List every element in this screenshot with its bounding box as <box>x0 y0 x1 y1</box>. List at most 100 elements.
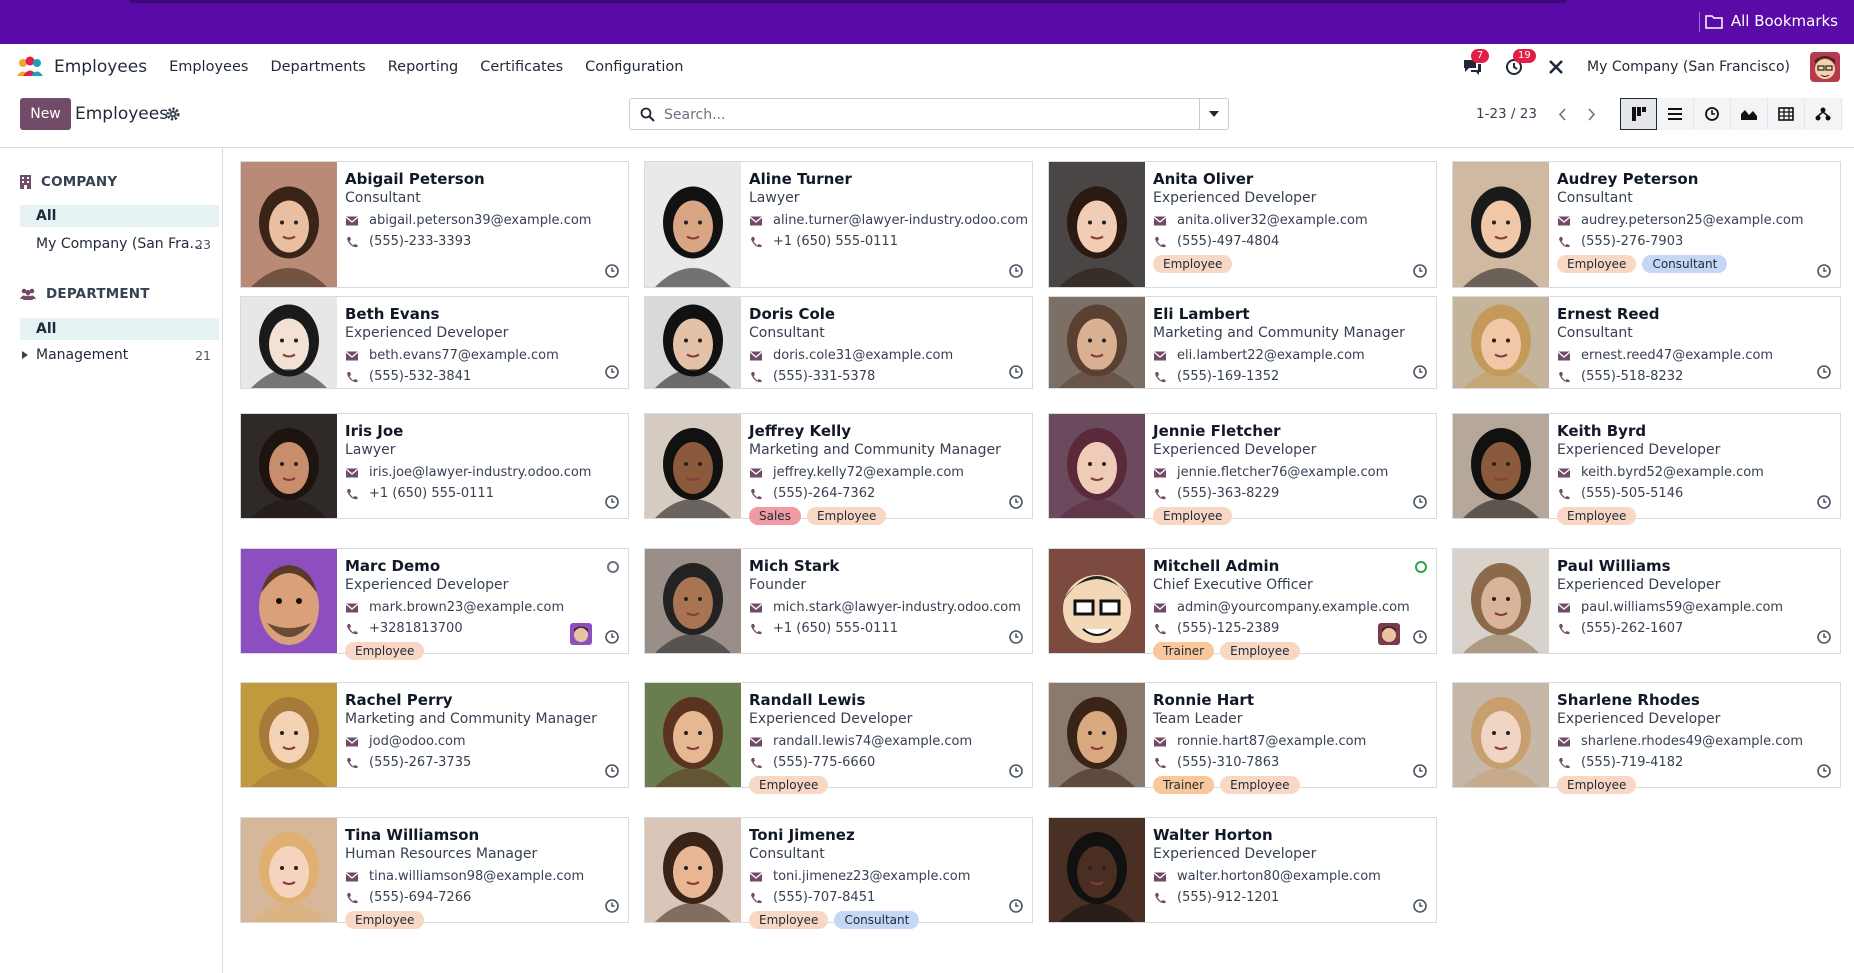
app-name[interactable]: Employees <box>54 57 147 77</box>
employee-card[interactable]: Abigail Peterson Consultant abigail.pete… <box>240 161 629 288</box>
search-input[interactable] <box>662 103 1186 127</box>
activity-clock-icon[interactable] <box>1412 629 1428 645</box>
tag-employee[interactable]: Employee <box>1153 255 1233 273</box>
activity-clock-icon[interactable] <box>1816 494 1832 510</box>
menu-certificates[interactable]: Certificates <box>480 59 563 75</box>
menu-departments[interactable]: Departments <box>270 59 365 75</box>
employee-card[interactable]: Jeffrey Kelly Marketing and Community Ma… <box>644 413 1033 525</box>
employee-card[interactable]: Eli Lambert Marketing and Community Mana… <box>1048 296 1437 389</box>
pager-next[interactable] <box>1580 102 1604 126</box>
employee-card[interactable]: Mitchell Admin Chief Executive Officer a… <box>1048 548 1437 660</box>
view-graph[interactable] <box>1731 98 1768 130</box>
activity-clock-icon[interactable] <box>1008 629 1024 645</box>
activity-clock-icon[interactable] <box>1412 898 1428 914</box>
user-avatar[interactable] <box>1810 52 1840 82</box>
activity-clock-icon[interactable] <box>604 898 620 914</box>
tag-consultant[interactable]: Consultant <box>834 911 920 929</box>
tag-employee[interactable]: Employee <box>1153 507 1233 525</box>
activity-clock-icon[interactable] <box>1412 364 1428 380</box>
activity-clock-icon[interactable] <box>1008 763 1024 779</box>
activity-clock-icon[interactable] <box>604 494 620 510</box>
activity-menu[interactable]: 19 <box>1503 49 1536 78</box>
tag-employee[interactable]: Employee <box>749 776 829 794</box>
employee-card[interactable]: Jennie Fletcher Experienced Developer je… <box>1048 413 1437 525</box>
company-filter-all[interactable]: All <box>20 205 219 227</box>
tag-employee[interactable]: Employee <box>749 911 829 929</box>
employee-card[interactable]: Ernest Reed Consultant ernest.reed47@exa… <box>1452 296 1841 389</box>
menu-configuration[interactable]: Configuration <box>585 59 683 75</box>
tag-employee[interactable]: Employee <box>1557 255 1637 273</box>
tag-employee[interactable]: Employee <box>1557 776 1637 794</box>
tag-sales[interactable]: Sales <box>749 507 801 525</box>
employee-card[interactable]: Beth Evans Experienced Developer beth.ev… <box>240 296 629 389</box>
new-button[interactable]: New <box>20 98 71 130</box>
employee-card[interactable]: Marc Demo Experienced Developer mark.bro… <box>240 548 629 660</box>
activity-clock-icon[interactable] <box>1008 364 1024 380</box>
department-filter-all[interactable]: All <box>20 318 219 340</box>
employee-card[interactable]: Iris Joe Lawyer iris.joe@lawyer-industry… <box>240 413 629 519</box>
activity-clock-icon[interactable] <box>1412 494 1428 510</box>
employees-app-icon[interactable] <box>16 56 44 78</box>
activity-clock-icon[interactable] <box>604 263 620 279</box>
company-filter-my-company[interactable]: My Company (San Fra... 23 <box>20 233 219 255</box>
activity-clock-icon[interactable] <box>604 763 620 779</box>
tag-employee[interactable]: Employee <box>345 642 425 660</box>
employee-phone: (555)-264-7362 <box>773 486 876 501</box>
employee-email-row: doris.cole31@example.com <box>749 348 953 363</box>
department-filter-management[interactable]: Management 21 <box>20 344 219 366</box>
employee-card[interactable]: Toni Jimenez Consultant toni.jimenez23@e… <box>644 817 1033 929</box>
employee-card[interactable]: Mich Stark Founder mich.stark@lawyer-ind… <box>644 548 1033 654</box>
activity-clock-icon[interactable] <box>1816 364 1832 380</box>
all-bookmarks-button[interactable]: All Bookmarks <box>1705 12 1838 30</box>
messaging-menu[interactable]: 7 <box>1461 49 1490 78</box>
activity-clock-icon[interactable] <box>1816 263 1832 279</box>
employee-card[interactable]: Keith Byrd Experienced Developer keith.b… <box>1452 413 1841 525</box>
employee-phone-row: (555)-694-7266 <box>345 890 471 905</box>
debug-tools-menu[interactable] <box>1545 56 1567 78</box>
employee-card[interactable]: Rachel Perry Marketing and Community Man… <box>240 682 629 788</box>
menu-employees[interactable]: Employees <box>169 59 248 75</box>
menu-reporting[interactable]: Reporting <box>388 59 459 75</box>
tag-employee[interactable]: Employee <box>1220 776 1300 794</box>
employee-card[interactable]: Tina Williamson Human Resources Manager … <box>240 817 629 929</box>
employee-card[interactable]: Anita Oliver Experienced Developer anita… <box>1048 161 1437 288</box>
tag-trainer[interactable]: Trainer <box>1153 642 1215 660</box>
activity-clock-icon[interactable] <box>1412 263 1428 279</box>
view-activity[interactable] <box>1694 98 1731 130</box>
employee-card[interactable]: Sharlene Rhodes Experienced Developer sh… <box>1452 682 1841 794</box>
employee-phone: (555)-125-2389 <box>1177 621 1280 636</box>
employee-card[interactable]: Aline Turner Lawyer aline.turner@lawyer-… <box>644 161 1033 288</box>
related-user-avatar[interactable] <box>1378 623 1400 645</box>
company-switcher[interactable]: My Company (San Francisco) <box>1587 59 1790 75</box>
employee-card[interactable]: Audrey Peterson Consultant audrey.peters… <box>1452 161 1841 288</box>
caret-right-icon[interactable] <box>22 351 28 359</box>
employee-card[interactable]: Walter Horton Experienced Developer walt… <box>1048 817 1437 923</box>
activity-clock-icon[interactable] <box>1008 263 1024 279</box>
tag-employee[interactable]: Employee <box>1220 642 1300 660</box>
activity-clock-icon[interactable] <box>604 364 620 380</box>
activity-clock-icon[interactable] <box>1816 629 1832 645</box>
activity-clock-icon[interactable] <box>1008 494 1024 510</box>
tag-employee[interactable]: Employee <box>806 507 887 525</box>
view-list[interactable] <box>1657 98 1694 130</box>
tag-trainer[interactable]: Trainer <box>1153 776 1215 794</box>
tag-consultant[interactable]: Consultant <box>1642 255 1728 273</box>
employee-card[interactable]: Paul Williams Experienced Developer paul… <box>1452 548 1841 654</box>
view-pivot[interactable] <box>1768 98 1805 130</box>
search-options-toggle[interactable] <box>1199 99 1228 129</box>
tag-employee[interactable]: Employee <box>345 911 425 929</box>
pager-value[interactable]: 1-23 / 23 <box>1476 106 1537 122</box>
pager-previous[interactable] <box>1550 102 1574 126</box>
gear-icon[interactable] <box>165 106 181 122</box>
view-kanban[interactable] <box>1620 98 1657 130</box>
activity-clock-icon[interactable] <box>1008 898 1024 914</box>
activity-clock-icon[interactable] <box>1816 763 1832 779</box>
employee-card[interactable]: Randall Lewis Experienced Developer rand… <box>644 682 1033 794</box>
view-hierarchy[interactable] <box>1805 98 1842 130</box>
tag-employee[interactable]: Employee <box>1557 507 1637 525</box>
activity-clock-icon[interactable] <box>1412 763 1428 779</box>
related-user-avatar[interactable] <box>570 623 592 645</box>
activity-clock-icon[interactable] <box>604 629 620 645</box>
employee-card[interactable]: Ronnie Hart Team Leader ronnie.hart87@ex… <box>1048 682 1437 794</box>
employee-card[interactable]: Doris Cole Consultant doris.cole31@examp… <box>644 296 1033 389</box>
